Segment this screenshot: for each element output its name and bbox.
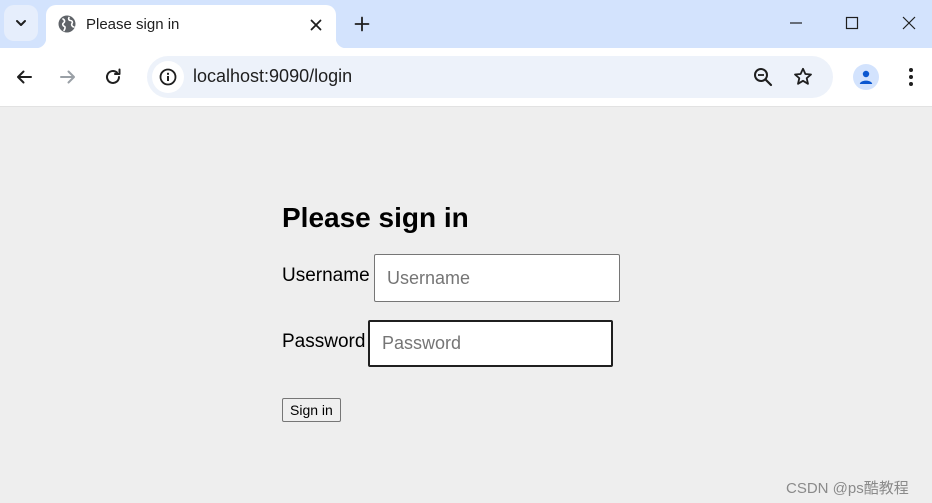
minimize-button[interactable] [773, 6, 819, 40]
arrow-left-icon [17, 70, 32, 84]
tab-title: Please sign in [86, 16, 180, 33]
page-title: Please sign in [282, 202, 469, 233]
reload-button[interactable] [96, 60, 130, 94]
reload-icon [106, 68, 121, 84]
forward-button[interactable] [51, 60, 85, 94]
username-input[interactable] [374, 254, 620, 302]
browser-toolbar: localhost:9090/login [0, 48, 932, 107]
back-button[interactable] [7, 60, 41, 94]
url-text[interactable]: localhost:9090/login [193, 66, 352, 87]
address-bar[interactable]: localhost:9090/login [147, 56, 833, 98]
kebab-menu-icon [909, 68, 913, 86]
zoom-out-icon [754, 68, 773, 87]
close-icon [310, 19, 322, 31]
minimize-icon [790, 22, 802, 24]
chevron-down-icon [16, 20, 26, 26]
site-info-button[interactable] [152, 61, 184, 93]
sign-in-button[interactable]: Sign in [282, 398, 341, 422]
plus-icon [354, 16, 370, 32]
maximize-button[interactable] [829, 6, 875, 40]
close-icon [902, 16, 916, 30]
profile-button[interactable] [853, 64, 879, 90]
new-tab-button[interactable] [348, 10, 376, 38]
page-content: Please sign in Username Password Sign in… [0, 107, 932, 503]
tab-close-button[interactable] [304, 13, 328, 37]
star-icon [794, 67, 812, 85]
password-input[interactable] [368, 320, 613, 367]
browser-menu-button[interactable] [897, 63, 925, 91]
bookmark-button[interactable] [788, 62, 818, 92]
tab-strip: Please sign in [0, 0, 932, 48]
password-label: Password [282, 331, 366, 352]
info-icon [159, 68, 177, 86]
globe-icon [58, 15, 76, 33]
zoom-button[interactable] [748, 62, 778, 92]
arrow-right-icon [60, 70, 75, 84]
username-label: Username [282, 265, 370, 286]
tab-active[interactable]: Please sign in [36, 5, 346, 48]
person-icon [859, 70, 873, 84]
maximize-icon [845, 16, 859, 30]
close-window-button[interactable] [886, 6, 932, 40]
watermark: CSDN @ps酷教程 [786, 480, 909, 497]
tab-search-button[interactable] [4, 5, 38, 41]
